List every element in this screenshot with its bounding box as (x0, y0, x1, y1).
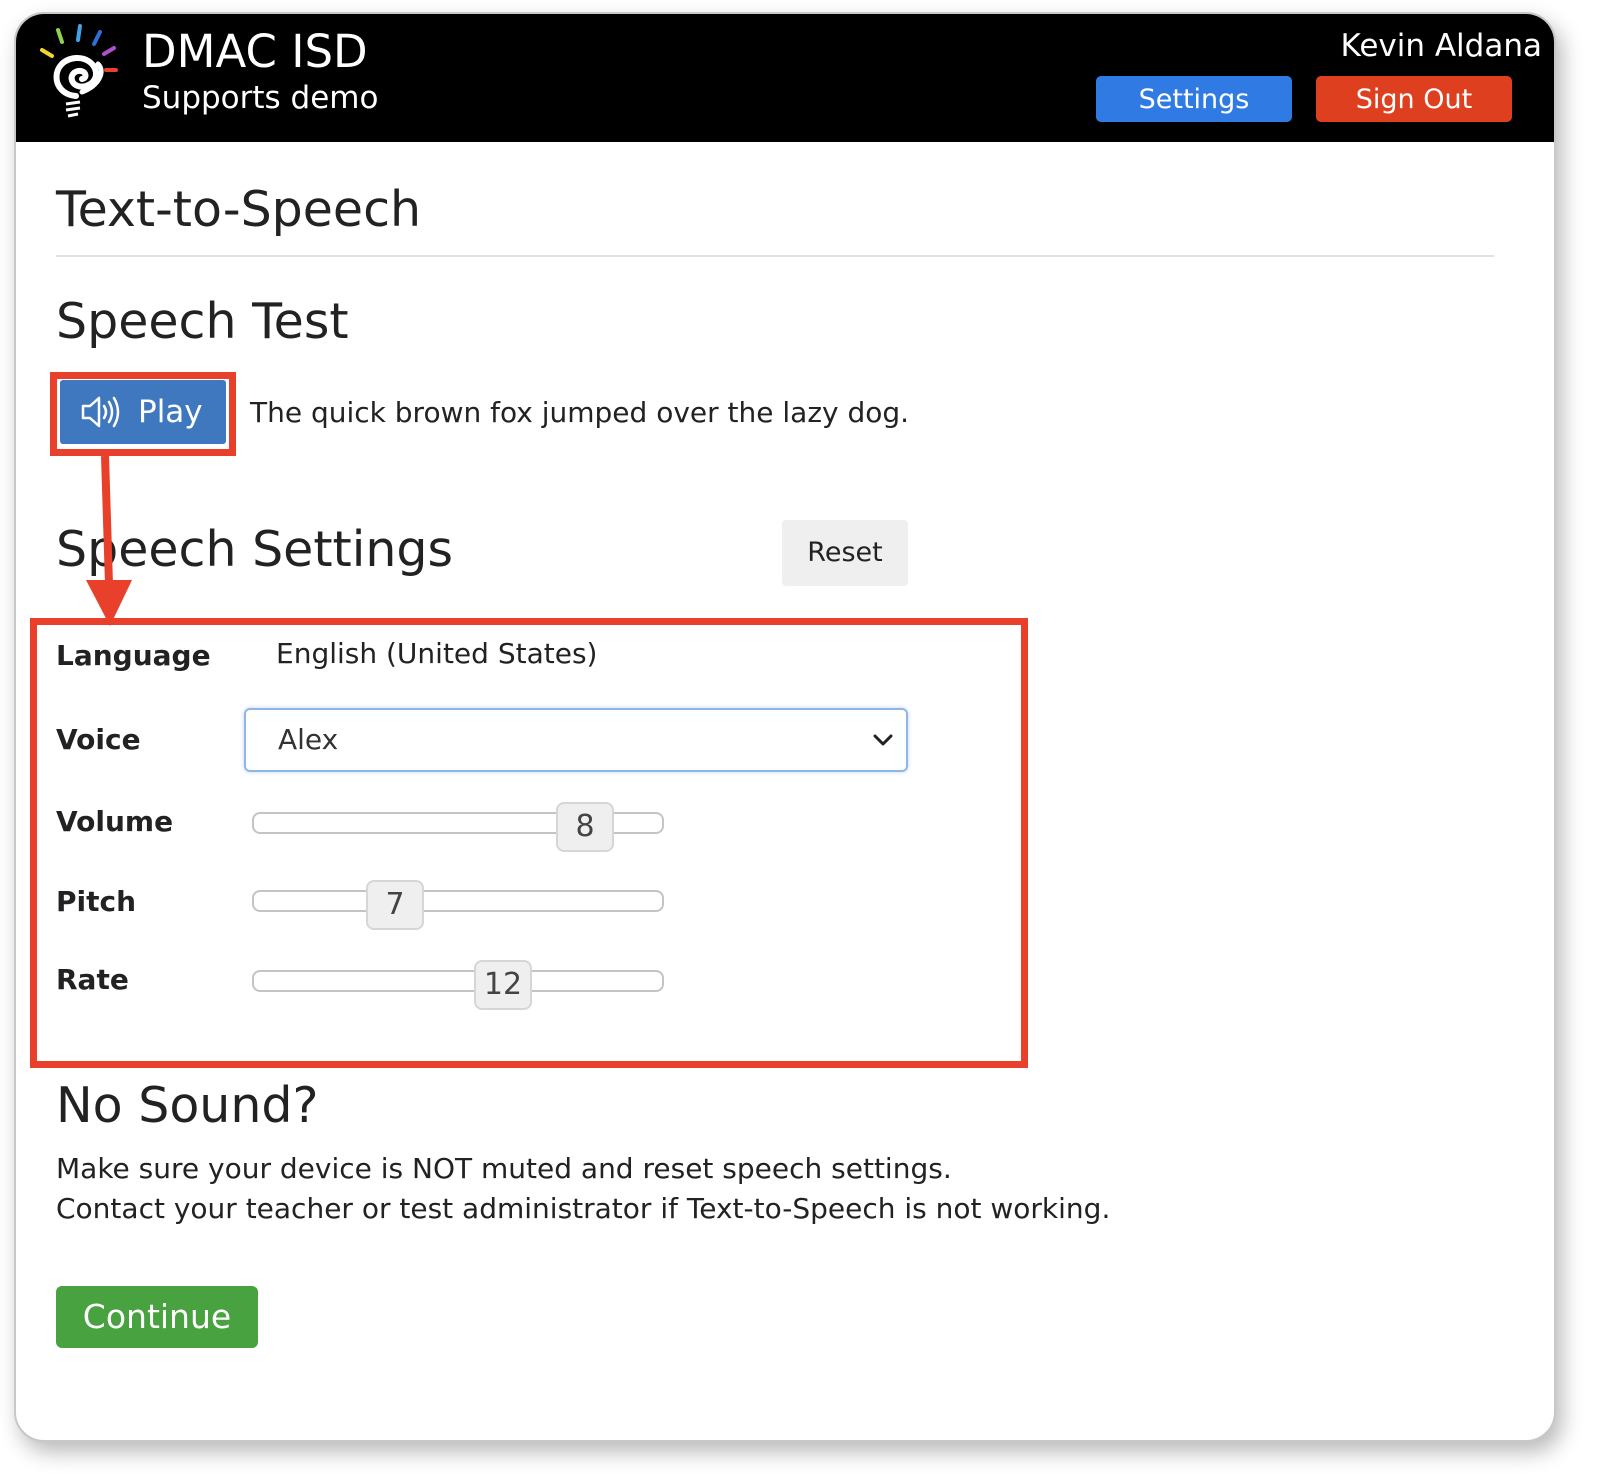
speech-settings-heading: Speech Settings (56, 521, 454, 578)
app-window: DMAC ISD Supports demo Kevin Aldana Sett… (14, 12, 1556, 1442)
no-sound-instruction-2: Contact your teacher or test administrat… (56, 1192, 1111, 1225)
brand-subtitle: Supports demo (142, 80, 379, 116)
volume-label: Volume (56, 805, 174, 838)
sign-out-button[interactable]: Sign Out (1316, 76, 1512, 122)
no-sound-heading: No Sound? (56, 1077, 319, 1134)
no-sound-instruction-1: Make sure your device is NOT muted and r… (56, 1152, 952, 1185)
pitch-slider-thumb[interactable]: 7 (366, 880, 424, 930)
lightbulb-swirl-logo-icon (40, 24, 118, 118)
header-bar: DMAC ISD Supports demo Kevin Aldana Sett… (16, 14, 1554, 142)
language-value: English (United States) (276, 637, 598, 670)
settings-button[interactable]: Settings (1096, 76, 1292, 122)
user-name: Kevin Aldana (1340, 28, 1542, 64)
pitch-label: Pitch (56, 885, 137, 918)
page-title: Text-to-Speech (56, 181, 422, 238)
language-label: Language (56, 639, 211, 672)
pitch-slider[interactable]: 7 (252, 880, 664, 930)
voice-selected-value: Alex (278, 723, 339, 756)
voice-label: Voice (56, 723, 141, 756)
voice-select[interactable]: Alex (244, 708, 908, 772)
play-button[interactable]: Play (60, 380, 226, 444)
play-button-label: Play (138, 394, 203, 430)
rate-slider-thumb[interactable]: 12 (474, 960, 532, 1010)
volume-slider-thumb[interactable]: 8 (556, 802, 614, 852)
rate-slider[interactable]: 12 (252, 960, 664, 1010)
reset-button[interactable]: Reset (782, 520, 908, 586)
title-divider (56, 255, 1494, 257)
volume-slider[interactable]: 8 (252, 802, 664, 852)
chevron-down-icon (873, 734, 893, 746)
brand-title: DMAC ISD (142, 25, 368, 78)
speech-test-heading: Speech Test (56, 293, 349, 350)
rate-label: Rate (56, 963, 129, 996)
continue-button[interactable]: Continue (56, 1286, 258, 1348)
sample-sentence: The quick brown fox jumped over the lazy… (250, 396, 910, 429)
speaker-icon (81, 396, 120, 428)
